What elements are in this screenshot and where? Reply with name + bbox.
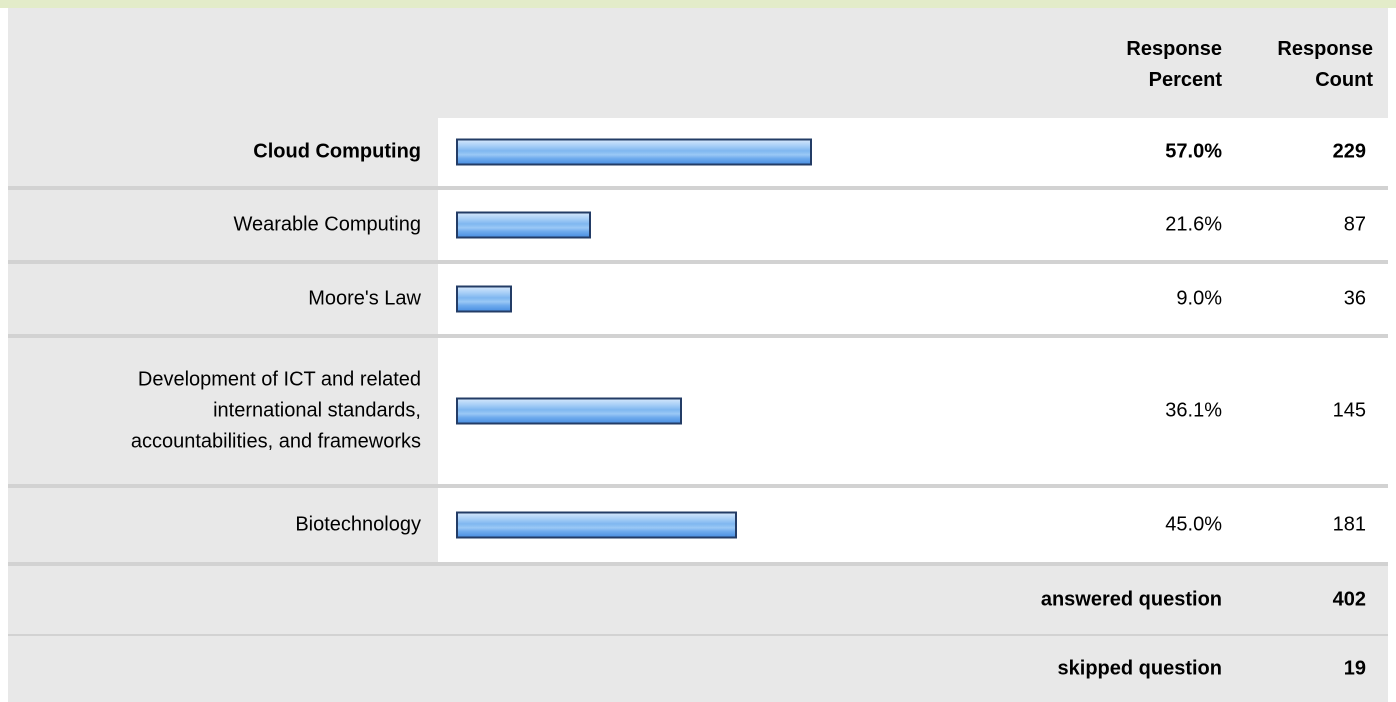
- answer-row: Development of ICT and related internatio…: [8, 338, 1388, 488]
- response-count: 87: [1343, 213, 1366, 236]
- response-percent: 9.0%: [1176, 287, 1222, 310]
- answer-label-cell: Cloud Computing: [8, 118, 438, 186]
- header-percent-line2: Percent: [1148, 69, 1222, 91]
- response-bar: [456, 511, 737, 539]
- header-count-line1: Response: [1277, 38, 1373, 60]
- answer-row: Cloud Computing 57.0% 229: [8, 118, 1388, 190]
- survey-results-table: Response Percent Response Count Cloud Co…: [8, 8, 1388, 702]
- header-response-percent: Response Percent: [1126, 34, 1222, 96]
- response-bar: [456, 138, 812, 166]
- answer-label: Biotechnology: [21, 510, 421, 541]
- header-percent-line1: Response: [1126, 38, 1222, 60]
- answer-label: Cloud Computing: [21, 137, 421, 168]
- answer-label-cell: Moore's Law: [8, 264, 438, 334]
- answer-label-cell: Wearable Computing: [8, 190, 438, 260]
- response-percent: 36.1%: [1165, 399, 1222, 422]
- response-percent: 45.0%: [1165, 513, 1222, 536]
- skipped-question-label: skipped question: [1057, 657, 1222, 680]
- answer-label-line: accountabilities, and frameworks: [130, 430, 421, 453]
- response-bar: [456, 285, 512, 313]
- answer-label-line: Moore's Law: [308, 287, 421, 310]
- response-count: 229: [1332, 140, 1366, 163]
- answer-label-line: Wearable Computing: [233, 213, 421, 236]
- answer-row: Biotechnology 45.0% 181: [8, 488, 1388, 566]
- answer-label-line: Biotechnology: [295, 513, 421, 536]
- answer-row: Moore's Law 9.0% 36: [8, 264, 1388, 338]
- answer-label-line: Development of ICT and related: [137, 368, 421, 391]
- answer-label-line: international standards,: [213, 399, 421, 422]
- answer-label: Moore's Law: [21, 284, 421, 315]
- answer-label-cell: Development of ICT and related internatio…: [8, 338, 438, 484]
- answer-row: Wearable Computing 21.6% 87: [8, 190, 1388, 264]
- response-count: 181: [1332, 513, 1366, 536]
- response-count: 145: [1332, 399, 1366, 422]
- response-percent: 57.0%: [1165, 140, 1222, 163]
- answered-question-row: answered question 402: [8, 566, 1388, 634]
- header-response-count: Response Count: [1277, 34, 1373, 96]
- answer-label: Wearable Computing: [21, 210, 421, 241]
- answered-question-label: answered question: [1040, 588, 1222, 611]
- answer-label: Development of ICT and related internatio…: [21, 365, 421, 458]
- response-bar: [456, 211, 591, 239]
- response-count: 36: [1343, 287, 1366, 310]
- answer-label-line: Cloud Computing: [253, 140, 421, 163]
- table-header: Response Percent Response Count: [8, 8, 1388, 118]
- top-strip: [0, 0, 1396, 8]
- answered-question-value: 402: [1332, 588, 1366, 611]
- response-bar: [456, 397, 682, 425]
- response-percent: 21.6%: [1165, 213, 1222, 236]
- header-count-line2: Count: [1315, 69, 1373, 91]
- skipped-question-row: skipped question 19: [8, 636, 1388, 702]
- answer-label-cell: Biotechnology: [8, 488, 438, 562]
- skipped-question-value: 19: [1343, 657, 1366, 680]
